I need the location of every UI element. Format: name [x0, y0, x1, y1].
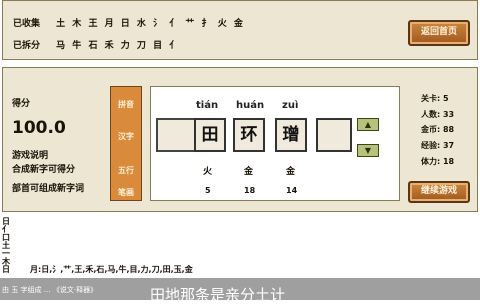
scroll-up-button[interactable]: ▲: [357, 118, 379, 131]
continue-button[interactable]: 继续游戏: [408, 181, 470, 203]
radical-item[interactable]: 亻: [169, 19, 178, 29]
radical-item[interactable]: 石: [88, 41, 97, 51]
radical-item[interactable]: 力: [121, 41, 130, 51]
scroll-down-button[interactable]: ▼: [357, 144, 379, 157]
radical-item[interactable]: 月: [105, 19, 114, 29]
radical-item[interactable]: 禾: [105, 41, 114, 51]
status-line: 部首可组成新字词: [12, 184, 85, 194]
radical-item[interactable]: 刀: [137, 41, 146, 51]
stroke-count: 5: [205, 186, 211, 195]
stroke-count: 18: [244, 186, 256, 195]
element-label: 火: [203, 167, 213, 177]
score-value: 100.0: [12, 118, 66, 138]
split-label: 已拆分: [13, 41, 41, 51]
radical-item[interactable]: 日: [121, 19, 130, 29]
radical-item[interactable]: 王: [88, 19, 97, 29]
character-tile[interactable]: 环: [233, 118, 265, 152]
element-label: 金: [286, 167, 296, 177]
radical-item[interactable]: 牛: [72, 41, 81, 51]
split-items: 马 牛 石 禾 力 刀 目 亻: [56, 41, 182, 51]
radical-item[interactable]: 马: [56, 41, 65, 51]
character-tile[interactable]: 璔: [275, 118, 307, 152]
collected-label: 已收集: [13, 19, 41, 29]
stat-item: 关卡: 5: [421, 94, 449, 103]
split-row: 已拆分 马 牛 石 禾 力 刀 目 亻: [13, 38, 182, 51]
radical-item[interactable]: 木: [72, 19, 81, 29]
stat-item: 体力: 18: [421, 157, 455, 166]
status-line: 合成新字可得分: [12, 165, 76, 175]
radical-item[interactable]: 火: [218, 19, 227, 29]
row-label-pinyin: 拼音: [118, 100, 134, 109]
character-tile[interactable]: 田: [194, 118, 226, 152]
empty-slot[interactable]: [316, 118, 352, 152]
element-label: 金: [244, 167, 254, 177]
row-labels: 拼音 汉字 五行 笔画: [110, 86, 142, 201]
radical-item[interactable]: 水: [137, 19, 146, 29]
log-line: 月:日,氵,艹,王,禾,石,马,牛,目,力,刀,田,玉,金: [30, 265, 193, 274]
pinyin-label: huán: [236, 100, 265, 111]
radical-item[interactable]: 土: [56, 19, 65, 29]
radical-item[interactable]: 金: [234, 19, 243, 29]
home-button[interactable]: 返回首页: [408, 20, 470, 46]
subtitle-source: 由 玉 字组成 … 《说文·释器》: [2, 286, 98, 294]
collected-items: 土 木 王 月 日 水 氵 亻 艹 扌 火 金: [56, 19, 247, 29]
stat-item: 金币: 88: [421, 125, 455, 134]
radical-item[interactable]: 目: [153, 41, 162, 51]
stat-item: 经验: 37: [421, 141, 455, 150]
row-label-element: 五行: [118, 166, 134, 175]
radical-item[interactable]: 扌: [202, 19, 211, 29]
empty-slot[interactable]: [156, 118, 196, 152]
pinyin-label: tián: [196, 100, 219, 111]
row-label-char: 汉字: [118, 132, 134, 141]
stroke-count: 14: [286, 186, 298, 195]
collected-row: 已收集 土 木 王 月 日 水 氵 亻 艹 扌 火 金: [13, 16, 247, 29]
stat-item: 人数: 33: [421, 110, 455, 119]
radical-item[interactable]: 氵: [153, 19, 162, 29]
row-label-strokes: 笔画: [118, 188, 134, 197]
radical-item[interactable]: 艹: [185, 19, 194, 29]
radical-item[interactable]: 亻: [169, 41, 178, 51]
pinyin-label: zuì: [282, 100, 299, 111]
score-label: 得分: [12, 99, 31, 109]
status-line: 游戏说明: [12, 151, 49, 161]
collected-panel: 已收集 土 木 王 月 日 水 氵 亻 艹 扌 火 金 已拆分 马 牛 石 禾 …: [2, 0, 478, 60]
subtitle-text: 田地那条是亲分土计: [150, 286, 286, 304]
log-line: 日: [2, 265, 10, 274]
